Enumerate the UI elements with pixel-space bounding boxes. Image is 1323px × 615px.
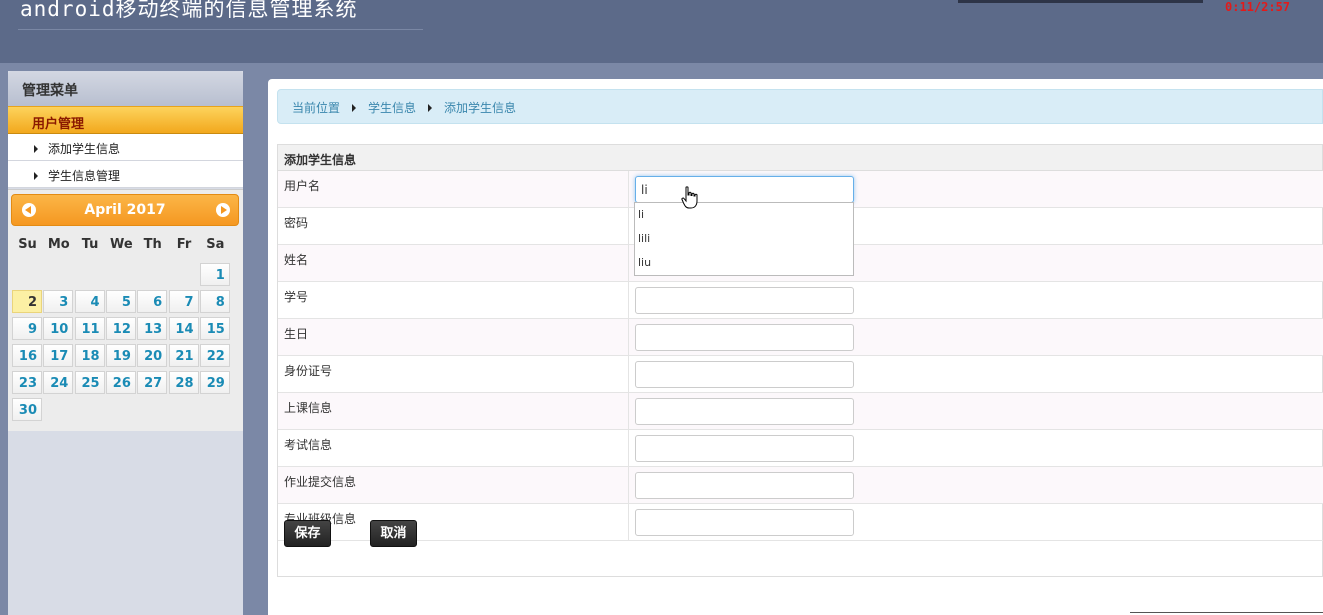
calendar-day[interactable]: 5 [105,290,136,313]
calendar-month-title: April 2017 [84,202,166,218]
top-bar [958,0,1203,3]
breadcrumb-item[interactable]: 添加学生信息 [444,101,516,115]
calendar: April 2017 Su Mo Tu We Th Fr Sa 1 2 3 4 5 6 7 8 9 10 11 1… [8,189,243,431]
calendar-day[interactable]: 4 [74,290,105,313]
breadcrumb-item[interactable]: 当前位置 [292,101,340,115]
calendar-day[interactable]: 28 [168,371,199,394]
cancel-button[interactable]: 取消 [370,520,417,547]
field-input[interactable] [635,472,854,499]
calendar-weekday: Sa [206,237,225,252]
save-button[interactable]: 保存 [284,520,331,547]
calendar-day[interactable]: 11 [74,317,105,340]
calendar-header: April 2017 [11,194,239,226]
field-label: 上课信息 [278,393,629,429]
calendar-weekday: Mo [47,237,70,252]
calendar-day[interactable]: 27 [137,371,168,394]
autocomplete-dropdown: li lili liu [634,202,854,276]
sidebar: 管理菜单 用户管理 添加学生信息 学生信息管理 April 2017 Su Mo T… [8,71,243,615]
sidebar-item-add-student[interactable]: 添加学生信息 [8,134,243,161]
form-row: 身份证号 [278,356,1323,393]
breadcrumb-separator-icon [352,104,357,112]
calendar-day[interactable]: 24 [43,371,74,394]
breadcrumb: 当前位置 学生信息 添加学生信息 [277,89,1323,124]
calendar-day[interactable]: 6 [137,290,168,313]
breadcrumb-item[interactable]: 学生信息 [368,101,416,115]
autocomplete-option[interactable]: li [635,203,853,227]
form-actions: 保存 取消 [278,515,1323,553]
title-underline [18,29,423,30]
form-title: 添加学生信息 [278,145,1322,171]
calendar-day[interactable]: 7 [168,290,199,313]
calendar-day[interactable]: 25 [74,371,105,394]
calendar-day[interactable]: 19 [105,344,136,367]
form-row: 作业提交信息 [278,467,1323,504]
field-label: 生日 [278,319,629,355]
main-panel: 当前位置学生信息添加学生信息 添加学生信息 用户名密码姓名学号生日身份证号上课信… [268,79,1323,615]
form-row: 考试信息 [278,430,1323,467]
calendar-day[interactable]: 14 [168,317,199,340]
calendar-day[interactable]: 23 [12,371,42,394]
field-input[interactable] [635,435,854,462]
calendar-day[interactable]: 16 [12,344,42,367]
hand-cursor-icon [681,186,698,209]
calendar-weekday: Th [143,237,162,252]
form-row: 生日 [278,319,1323,356]
calendar-day[interactable]: 26 [105,371,136,394]
video-timer: 0:11/2:57 [1225,0,1291,14]
menu-title: 管理菜单 [8,71,243,106]
caret-right-icon [34,172,38,180]
calendar-day[interactable]: 12 [105,317,136,340]
calendar-day[interactable]: 3 [43,290,74,313]
calendar-day[interactable]: 15 [199,317,230,340]
calendar-day[interactable]: 9 [12,317,42,340]
calendar-day[interactable]: 30 [12,398,42,421]
app-header: android移动终端的信息管理系统 0:11/2:57 [0,0,1323,63]
form-row: 上课信息 [278,393,1323,430]
caret-right-icon [34,145,38,153]
calendar-day[interactable]: 1 [199,263,230,286]
calendar-weekday: Tu [81,237,99,252]
sidebar-item-manage-students[interactable]: 学生信息管理 [8,161,243,188]
calendar-day[interactable]: 18 [74,344,105,367]
field-input[interactable] [635,287,854,314]
calendar-weekday: Fr [176,237,192,252]
field-input[interactable] [635,324,854,351]
calendar-weekday: Su [18,237,37,252]
calendar-day[interactable]: 8 [199,290,230,313]
calendar-day[interactable]: 10 [43,317,74,340]
field-label: 姓名 [278,245,629,281]
app-title: android移动终端的信息管理系统 [20,0,358,21]
field-label: 考试信息 [278,430,629,466]
autocomplete-option[interactable]: liu [635,251,853,275]
sidebar-item-label: 添加学生信息 [48,142,121,156]
form-row: 学号 [278,282,1323,319]
field-input[interactable] [635,398,854,425]
calendar-day[interactable]: 13 [137,317,168,340]
field-label: 用户名 [278,171,629,207]
calendar-day[interactable]: 20 [137,344,168,367]
calendar-day-today[interactable]: 2 [12,290,42,313]
field-label: 身份证号 [278,356,629,392]
autocomplete-option[interactable]: lili [635,227,853,251]
next-month-icon[interactable] [216,203,230,217]
calendar-weekday: We [110,237,133,252]
corner-bar [1130,612,1323,613]
username-input[interactable] [635,176,854,203]
field-input[interactable] [635,361,854,388]
menu-group-user-management[interactable]: 用户管理 [8,106,243,134]
breadcrumb-separator-icon [428,104,433,112]
field-label: 作业提交信息 [278,467,629,503]
field-label: 学号 [278,282,629,318]
calendar-day[interactable]: 21 [168,344,199,367]
sidebar-item-label: 学生信息管理 [48,169,121,183]
calendar-day[interactable]: 17 [43,344,74,367]
field-label: 密码 [278,208,629,244]
calendar-day[interactable]: 29 [199,371,230,394]
calendar-day[interactable]: 22 [199,344,230,367]
